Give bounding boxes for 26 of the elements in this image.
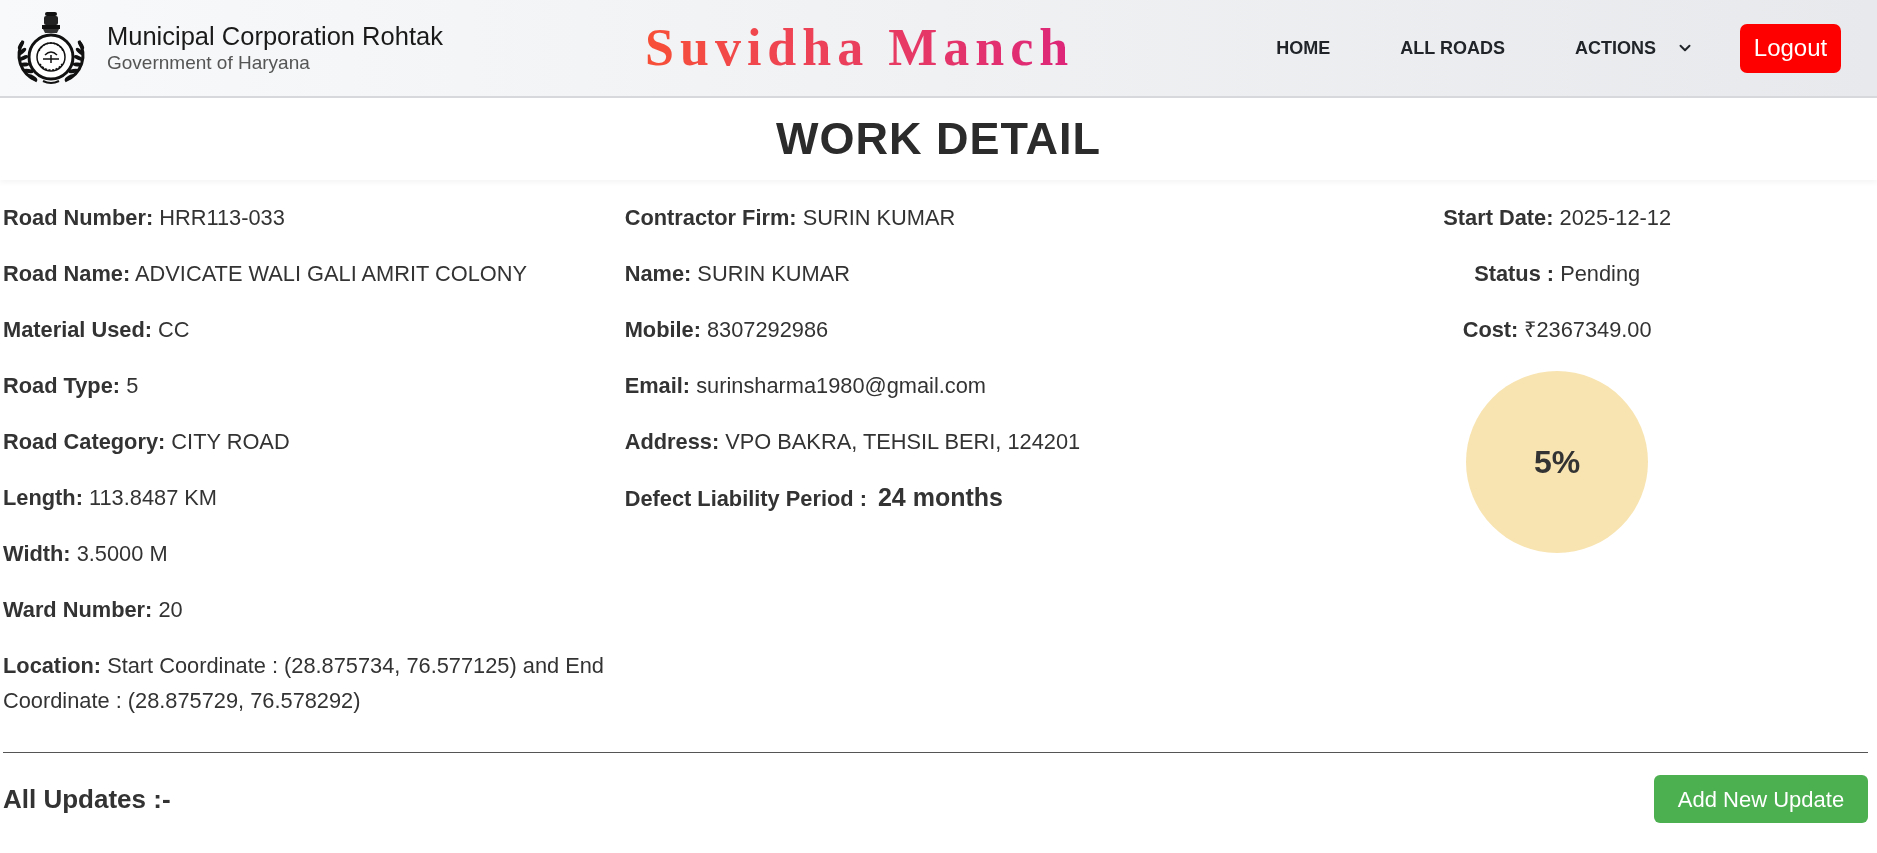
detail-text: Length: 113.8487 KM <box>3 484 218 512</box>
logout-button[interactable]: Logout <box>1740 23 1841 73</box>
detail-text: Defect Liability Period : 24 months <box>624 482 1004 513</box>
detail-text: Start Date: 2025-12-12 <box>1443 204 1672 232</box>
detail-text: Location: Start Coordinate : (28.875734, 76.577125) and End Coordinate : (28.875729, 76.578292) <box>3 652 605 715</box>
detail-text: Ward Number: 20 <box>3 596 184 624</box>
detail-text: Contractor Firm: SURIN KUMAR <box>624 204 957 232</box>
org-name: Municipal Corporation Rohtak <box>107 21 443 51</box>
nav-dropdown[interactable]: ACTIONS <box>1575 34 1694 62</box>
nav-link[interactable]: ALL ROADS <box>1400 34 1505 62</box>
detail-text: Status : Pending <box>1474 260 1641 288</box>
detail-text: Address: VPO BAKRA, TEHSIL BERI, 124201 <box>624 428 1082 456</box>
detail-text: Road Number: HRR113-033 <box>3 204 286 232</box>
section-title: All Updates :- <box>3 782 171 816</box>
detail-text: Width: 3.5000 M <box>3 540 169 568</box>
page-title: WORK DETAIL <box>775 113 1102 165</box>
detail-text: Road Type: 5 <box>3 372 140 400</box>
detail-text: Cost: ₹2367349.00 <box>1462 316 1652 344</box>
detail-text: Mobile: 8307292986 <box>624 316 830 344</box>
org-subtitle: Government of Haryana <box>107 51 311 75</box>
detail-text: Name: SURIN KUMAR <box>624 260 851 288</box>
detail-text: Email: surinsharma1980@gmail.com <box>624 372 987 400</box>
detail-text: Road Category: CITY ROAD <box>3 428 291 456</box>
detail-text: Road Name: ADVICATE WALI GALI AMRIT COLONY <box>3 260 529 288</box>
nav-link[interactable]: HOME <box>1276 34 1331 62</box>
detail-text: Material Used: CC <box>3 316 191 344</box>
